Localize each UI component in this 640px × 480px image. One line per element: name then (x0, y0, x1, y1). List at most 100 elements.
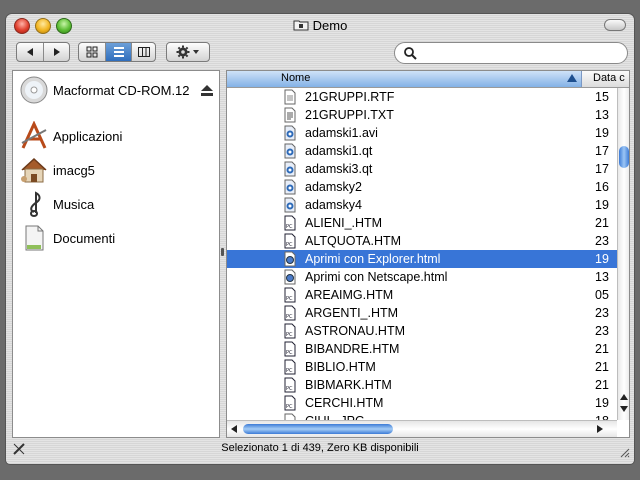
file-date: 19 (595, 126, 609, 140)
table-row[interactable]: PC BIBLIO.HTM 21 (227, 358, 617, 376)
table-row[interactable]: adamsky2 16 (227, 178, 617, 196)
table-row[interactable]: 21GRUPPI.RTF 15 (227, 88, 617, 106)
table-row[interactable]: adamski1.avi 19 (227, 124, 617, 142)
window-title: Demo (6, 18, 634, 33)
table-row[interactable]: PC ALIENI_.HTM 21 (227, 214, 617, 232)
gear-icon (176, 45, 199, 59)
finder-window: Demo Macformat CD-ROM.12 Applicazioni im… (6, 14, 634, 464)
icon-view-icon (86, 46, 98, 58)
window-title-text: Demo (312, 18, 348, 33)
file-date: 17 (595, 144, 609, 158)
file-name: adamski1.avi (305, 126, 378, 140)
file-name: BIBANDRE.HTM (305, 342, 400, 356)
quicktime-icon (284, 161, 296, 177)
svg-text:PC: PC (286, 350, 293, 356)
file-name: 21GRUPPI.RTF (305, 90, 395, 104)
file-name: ASTRONAU.HTM (305, 324, 405, 338)
title-bar[interactable]: Demo (6, 14, 634, 36)
table-row[interactable]: PC ARGENTI_.HTM 23 (227, 304, 617, 322)
back-forward-control (16, 42, 70, 62)
table-row[interactable]: Aprimi con Netscape.html 13 (227, 268, 617, 286)
sidebar-item-label: imacg5 (53, 163, 95, 178)
resize-grip-icon[interactable] (618, 446, 630, 458)
table-row[interactable]: PC CERCHI.HTM 19 (227, 394, 617, 412)
pc-document-icon: PC (284, 323, 296, 339)
sidebar-item-label: Macformat CD-ROM.12 (53, 83, 190, 98)
file-name: Aprimi con Netscape.html (305, 270, 448, 284)
table-row[interactable]: PC AREAIMG.HTM 05 (227, 286, 617, 304)
svg-text:PC: PC (286, 242, 293, 248)
file-name: Aprimi con Explorer.html (305, 252, 441, 266)
svg-text:PC: PC (286, 386, 293, 392)
vertical-scroll-thumb[interactable] (619, 146, 629, 168)
icon-view-button[interactable] (79, 43, 105, 61)
list-view-button[interactable] (106, 43, 131, 61)
scroll-right-arrow[interactable] (597, 425, 603, 433)
toolbar-toggle-button[interactable] (604, 19, 626, 31)
file-date: 05 (595, 288, 609, 302)
list-view-icon (113, 47, 124, 57)
file-date: 23 (595, 234, 609, 248)
text-icon (284, 107, 296, 123)
sort-ascending-icon (567, 74, 577, 82)
table-row[interactable]: PC BIBANDRE.HTM 21 (227, 340, 617, 358)
table-row[interactable]: PC ALTQUOTA.HTM 23 (227, 232, 617, 250)
file-date: 21 (595, 342, 609, 356)
home-icon (21, 157, 47, 183)
file-list: Nome Data c 21GRUPPI.RTF 15 21GRUPPI.TXT 13… (226, 70, 630, 438)
sidebar-item-documenti[interactable]: Documenti (13, 223, 219, 253)
sidebar-item-cdrom[interactable]: Macformat CD-ROM.12 (13, 75, 219, 105)
horizontal-scrollbar[interactable] (227, 420, 617, 437)
action-menu-button[interactable] (166, 42, 210, 62)
table-row[interactable]: adamski1.qt 17 (227, 142, 617, 160)
table-row[interactable]: PC ASTRONAU.HTM 23 (227, 322, 617, 340)
pc-document-icon: PC (284, 395, 296, 411)
back-arrow-icon (27, 48, 33, 56)
html-icon (284, 251, 296, 267)
image-icon (284, 413, 296, 420)
scroll-down-arrow[interactable] (620, 406, 628, 412)
search-field[interactable] (394, 42, 628, 64)
file-date: 21 (595, 216, 609, 230)
pc-document-icon: PC (284, 215, 296, 231)
table-row[interactable]: PC BIBMARK.HTM 21 (227, 376, 617, 394)
scroll-up-arrow[interactable] (620, 394, 628, 400)
view-switcher (78, 42, 156, 62)
column-view-button[interactable] (132, 43, 156, 61)
file-date: 13 (595, 270, 609, 284)
file-name: adamsky4 (305, 198, 362, 212)
sidebar-item-label: Applicazioni (53, 129, 123, 144)
status-bar: Selezionato 1 di 439, Zero KB disponibil… (6, 438, 634, 460)
search-input[interactable] (419, 45, 623, 63)
table-row[interactable]: CIUI...JPG18 (227, 412, 617, 420)
pc-document-icon: PC (284, 233, 296, 249)
svg-text:PC: PC (286, 368, 293, 374)
back-button[interactable] (17, 43, 43, 61)
horizontal-scroll-thumb[interactable] (243, 424, 393, 434)
quicktime-icon (284, 143, 296, 159)
file-date: 19 (595, 252, 609, 266)
forward-button[interactable] (44, 43, 70, 61)
sidebar-item-applicazioni[interactable]: Applicazioni (13, 121, 219, 151)
file-date: 19 (595, 198, 609, 212)
file-date: 23 (595, 324, 609, 338)
column-header-name[interactable]: Nome (227, 71, 582, 87)
eject-icon[interactable] (201, 85, 213, 96)
cd-icon (20, 76, 48, 104)
table-row[interactable]: adamski3.qt 17 (227, 160, 617, 178)
sidebar-item-home[interactable]: imacg5 (13, 155, 219, 185)
quicktime-icon (284, 125, 296, 141)
table-row[interactable]: adamsky4 19 (227, 196, 617, 214)
sidebar-item-musica[interactable]: Musica (13, 189, 219, 219)
file-name: ALIENI_.HTM (305, 216, 383, 230)
svg-text:PC: PC (286, 404, 293, 410)
vertical-scrollbar[interactable] (617, 88, 629, 420)
sidebar-splitter[interactable] (219, 70, 226, 436)
svg-text:PC: PC (286, 224, 293, 230)
column-header-date[interactable]: Data c (593, 72, 625, 84)
pc-document-icon: PC (284, 377, 296, 393)
table-row[interactable]: 21GRUPPI.TXT 13 (227, 106, 617, 124)
table-row-selected[interactable]: Aprimi con Explorer.html 19 (227, 250, 617, 268)
scroll-left-arrow[interactable] (231, 425, 237, 433)
toolbar (6, 36, 634, 72)
